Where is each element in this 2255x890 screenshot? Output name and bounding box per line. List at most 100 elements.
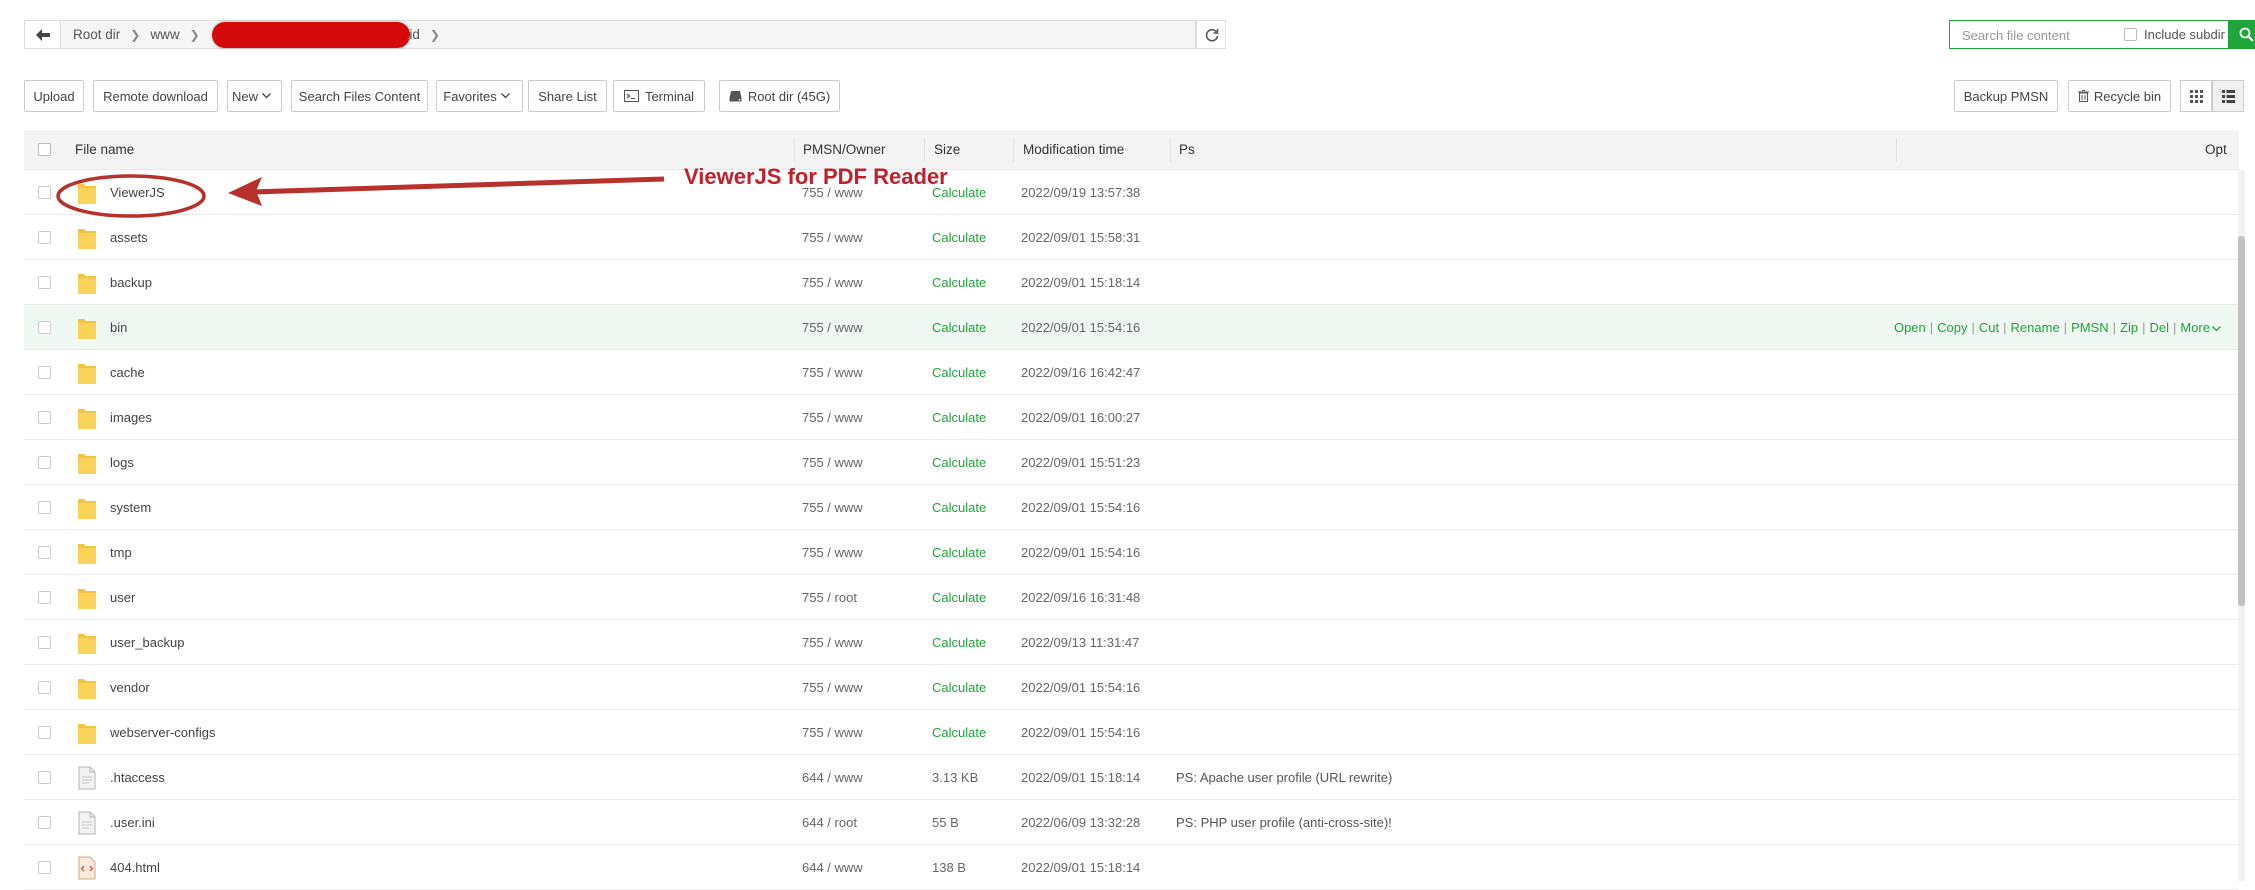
search-input[interactable]	[1960, 27, 2112, 44]
file-size[interactable]: Calculate	[932, 365, 986, 380]
share-list-button[interactable]: Share List	[528, 80, 607, 112]
vertical-scrollbar[interactable]	[2238, 170, 2245, 881]
row-checkbox[interactable]	[38, 501, 51, 514]
file-name[interactable]: images	[110, 410, 152, 425]
file-permission[interactable]: 755 / www	[802, 230, 863, 245]
file-name[interactable]: backup	[110, 275, 152, 290]
row-checkbox[interactable]	[38, 816, 51, 829]
terminal-button[interactable]: Terminal	[613, 80, 705, 112]
favorites-dropdown-button[interactable]: Favorites	[436, 80, 523, 112]
file-size[interactable]: Calculate	[932, 545, 986, 560]
file-name[interactable]: ViewerJS	[110, 185, 165, 200]
file-size[interactable]: Calculate	[932, 680, 986, 695]
row-checkbox[interactable]	[38, 681, 51, 694]
row-checkbox[interactable]	[38, 276, 51, 289]
op-pmsn-link[interactable]: PMSN	[2071, 320, 2109, 335]
row-checkbox[interactable]	[38, 726, 51, 739]
back-button[interactable]	[24, 20, 60, 49]
file-name[interactable]: user_backup	[110, 635, 184, 650]
column-file-name[interactable]: File name	[75, 142, 134, 157]
include-subdir-checkbox[interactable]	[2124, 28, 2137, 41]
op-zip-link[interactable]: Zip	[2120, 320, 2138, 335]
file-name[interactable]: cache	[110, 365, 145, 380]
file-permission[interactable]: 755 / www	[802, 410, 863, 425]
op-copy-link[interactable]: Copy	[1937, 320, 1967, 335]
file-name[interactable]: system	[110, 500, 151, 515]
root-dir-button[interactable]: Root dir (45G)	[719, 80, 840, 112]
op-rename-link[interactable]: Rename	[2011, 320, 2060, 335]
file-name[interactable]: .htaccess	[110, 770, 165, 785]
breadcrumb-root[interactable]: Root dir	[67, 27, 126, 42]
file-size[interactable]: Calculate	[932, 230, 986, 245]
scrollbar-thumb[interactable]	[2238, 236, 2245, 606]
search-button[interactable]	[2229, 20, 2255, 49]
file-size[interactable]: Calculate	[932, 590, 986, 605]
file-size[interactable]: Calculate	[932, 500, 986, 515]
file-permission[interactable]: 755 / www	[802, 320, 863, 335]
table-row[interactable]: logs 755 / www Calculate 2022/09/01 15:51:2…	[24, 440, 2239, 485]
table-row[interactable]: system 755 / www Calculate 2022/09/01 15:54…	[24, 485, 2239, 530]
breadcrumb-site[interactable]: .id	[406, 27, 426, 42]
row-checkbox[interactable]	[38, 861, 51, 874]
table-row[interactable]: .user.ini 644 / root 55 B 2022/06/09 13:32:…	[24, 800, 2239, 845]
file-name[interactable]: logs	[110, 455, 134, 470]
row-checkbox[interactable]	[38, 591, 51, 604]
file-permission[interactable]: 644 / www	[802, 860, 863, 875]
file-name[interactable]: 404.html	[110, 860, 160, 875]
file-name[interactable]: vendor	[110, 680, 150, 695]
file-size[interactable]: Calculate	[932, 725, 986, 740]
upload-button[interactable]: Upload	[24, 80, 84, 112]
table-row[interactable]: cache 755 / www Calculate 2022/09/16 16:42:…	[24, 350, 2239, 395]
row-checkbox[interactable]	[38, 186, 51, 199]
file-name[interactable]: assets	[110, 230, 148, 245]
table-row[interactable]: webserver-configs 755 / www Calculate 2022/…	[24, 710, 2239, 755]
table-row[interactable]: backup 755 / www Calculate 2022/09/01 15:18…	[24, 260, 2239, 305]
breadcrumb-www[interactable]: www	[144, 27, 185, 42]
file-permission[interactable]: 755 / www	[802, 725, 863, 740]
file-name[interactable]: webserver-configs	[110, 725, 216, 740]
file-permission[interactable]: 755 / www	[802, 680, 863, 695]
row-checkbox[interactable]	[38, 366, 51, 379]
file-size[interactable]: Calculate	[932, 455, 986, 470]
file-name[interactable]: tmp	[110, 545, 132, 560]
grid-view-button[interactable]	[2180, 80, 2212, 112]
file-ps-note[interactable]: PS: Apache user profile (URL rewrite)	[1176, 770, 1392, 785]
file-permission[interactable]: 755 / www	[802, 455, 863, 470]
table-row[interactable]: user 755 / root Calculate 2022/09/16 16:31:…	[24, 575, 2239, 620]
recycle-bin-button[interactable]: Recycle bin	[2068, 80, 2171, 112]
remote-download-button[interactable]: Remote download	[93, 80, 218, 112]
file-size[interactable]: Calculate	[932, 635, 986, 650]
list-view-button[interactable]	[2212, 80, 2244, 112]
table-row[interactable]: ViewerJS 755 / www Calculate 2022/09/19 13:…	[24, 170, 2239, 215]
file-name[interactable]: .user.ini	[110, 815, 155, 830]
file-ps-note[interactable]: PS: PHP user profile (anti-cross-site)!	[1176, 815, 1392, 830]
table-row[interactable]: user_backup 755 / www Calculate 2022/09/13 …	[24, 620, 2239, 665]
row-checkbox[interactable]	[38, 546, 51, 559]
include-subdir-option[interactable]: Include subdir	[2124, 27, 2225, 42]
table-row[interactable]: assets 755 / www Calculate 2022/09/01 15:58…	[24, 215, 2239, 260]
file-size[interactable]: Calculate	[932, 320, 986, 335]
new-dropdown-button[interactable]: New	[227, 80, 282, 112]
op-open-link[interactable]: Open	[1894, 320, 1926, 335]
file-permission[interactable]: 755 / www	[802, 275, 863, 290]
row-checkbox[interactable]	[38, 231, 51, 244]
file-name[interactable]: user	[110, 590, 135, 605]
table-row[interactable]: bin 755 / www Calculate 2022/09/01 15:54:16…	[24, 305, 2239, 350]
op-cut-link[interactable]: Cut	[1979, 320, 1999, 335]
column-size[interactable]: Size	[934, 142, 960, 157]
table-row[interactable]: vendor 755 / www Calculate 2022/09/01 15:54…	[24, 665, 2239, 710]
table-row[interactable]: .htaccess 644 / www 3.13 KB 2022/09/01 15:1…	[24, 755, 2239, 800]
table-row[interactable]: tmp 755 / www Calculate 2022/09/01 15:54:16	[24, 530, 2239, 575]
row-checkbox[interactable]	[38, 636, 51, 649]
file-permission[interactable]: 644 / root	[802, 815, 857, 830]
row-checkbox[interactable]	[38, 321, 51, 334]
file-size[interactable]: Calculate	[932, 410, 986, 425]
column-pmsn-owner[interactable]: PMSN/Owner	[803, 142, 886, 157]
op-del-link[interactable]: Del	[2149, 320, 2169, 335]
row-checkbox[interactable]	[38, 456, 51, 469]
file-permission[interactable]: 755 / www	[802, 635, 863, 650]
table-row[interactable]: 404.html 644 / www 138 B 2022/09/01 15:18:1…	[24, 845, 2239, 890]
file-permission[interactable]: 755 / www	[802, 500, 863, 515]
file-permission[interactable]: 755 / www	[802, 545, 863, 560]
table-row[interactable]: images 755 / www Calculate 2022/09/01 16:00…	[24, 395, 2239, 440]
